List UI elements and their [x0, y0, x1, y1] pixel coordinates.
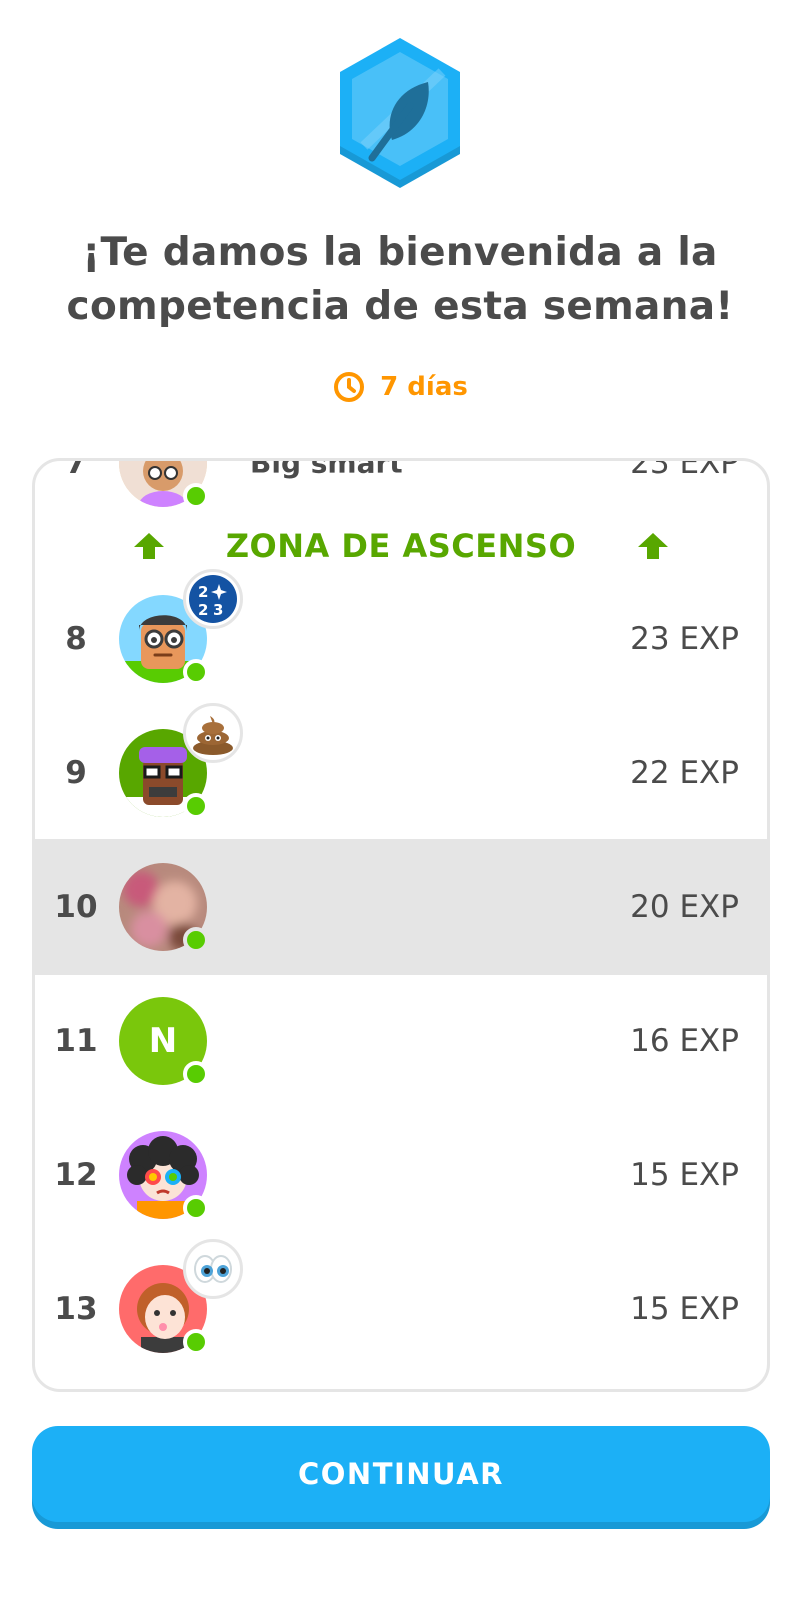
rank-number: 12 [54, 1157, 98, 1193]
arrow-up-icon [638, 533, 669, 559]
rank-number: 13 [54, 1291, 98, 1327]
user-exp: 23 EXP [630, 458, 739, 481]
rank-number: 10 [54, 889, 98, 925]
rank-number: 7 [65, 458, 87, 481]
rank-number: 11 [54, 1023, 98, 1059]
clock-icon [334, 372, 365, 402]
promotion-zone-label: ZONA DE ASCENSO [225, 527, 577, 565]
online-indicator [183, 793, 209, 819]
timer-label: 7 días [380, 372, 468, 402]
online-indicator [183, 1195, 209, 1221]
leaderboard-row-10-current-user[interactable]: 10 20 EXP [35, 839, 767, 975]
online-indicator [183, 1329, 209, 1355]
timer: 7 días [0, 370, 800, 404]
avatar-initial-letter: N [148, 1021, 178, 1061]
rank-number: 9 [65, 755, 87, 791]
arrow-up-icon [133, 533, 164, 559]
leaderboard-row-12[interactable]: 12 15 EXP [35, 1107, 767, 1243]
user-exp: 15 EXP [630, 1291, 739, 1327]
leaderboard-row-13[interactable]: 13 15 EXP [35, 1239, 767, 1377]
svg-text:2: 2 [198, 583, 208, 601]
page-title: ¡Te damos la bienvenida a la competencia… [66, 230, 734, 329]
poop-emoji-icon [183, 703, 243, 763]
online-indicator [183, 659, 209, 685]
feather-icon [340, 38, 460, 188]
online-indicator [183, 1061, 209, 1087]
league-badge [332, 36, 468, 196]
online-indicator [183, 483, 209, 509]
svg-text:2: 2 [198, 601, 208, 619]
leaderboard-row-8[interactable]: 8 2 2 3 23 EXP [35, 569, 767, 707]
svg-text:3: 3 [213, 601, 223, 619]
eyes-emoji-icon [183, 1239, 243, 1299]
rank-number: 8 [65, 621, 87, 657]
leaderboard[interactable]: 7 Big smart 23 EXP ZONA DE ASCENSO 8 2 2… [32, 458, 770, 1392]
2023-icon: 2 2 3 [183, 569, 243, 629]
user-exp: 20 EXP [630, 889, 739, 925]
user-exp: 22 EXP [630, 755, 739, 791]
leaderboard-row-11[interactable]: 11 N 16 EXP [35, 973, 767, 1109]
user-name: Big smart [250, 458, 403, 480]
online-indicator [183, 927, 209, 953]
user-exp: 15 EXP [630, 1157, 739, 1193]
leaderboard-row-9[interactable]: 9 22 EXP [35, 703, 767, 841]
user-exp: 23 EXP [630, 621, 739, 657]
user-exp: 16 EXP [630, 1023, 739, 1059]
continue-button[interactable]: CONTINUAR [32, 1426, 770, 1522]
